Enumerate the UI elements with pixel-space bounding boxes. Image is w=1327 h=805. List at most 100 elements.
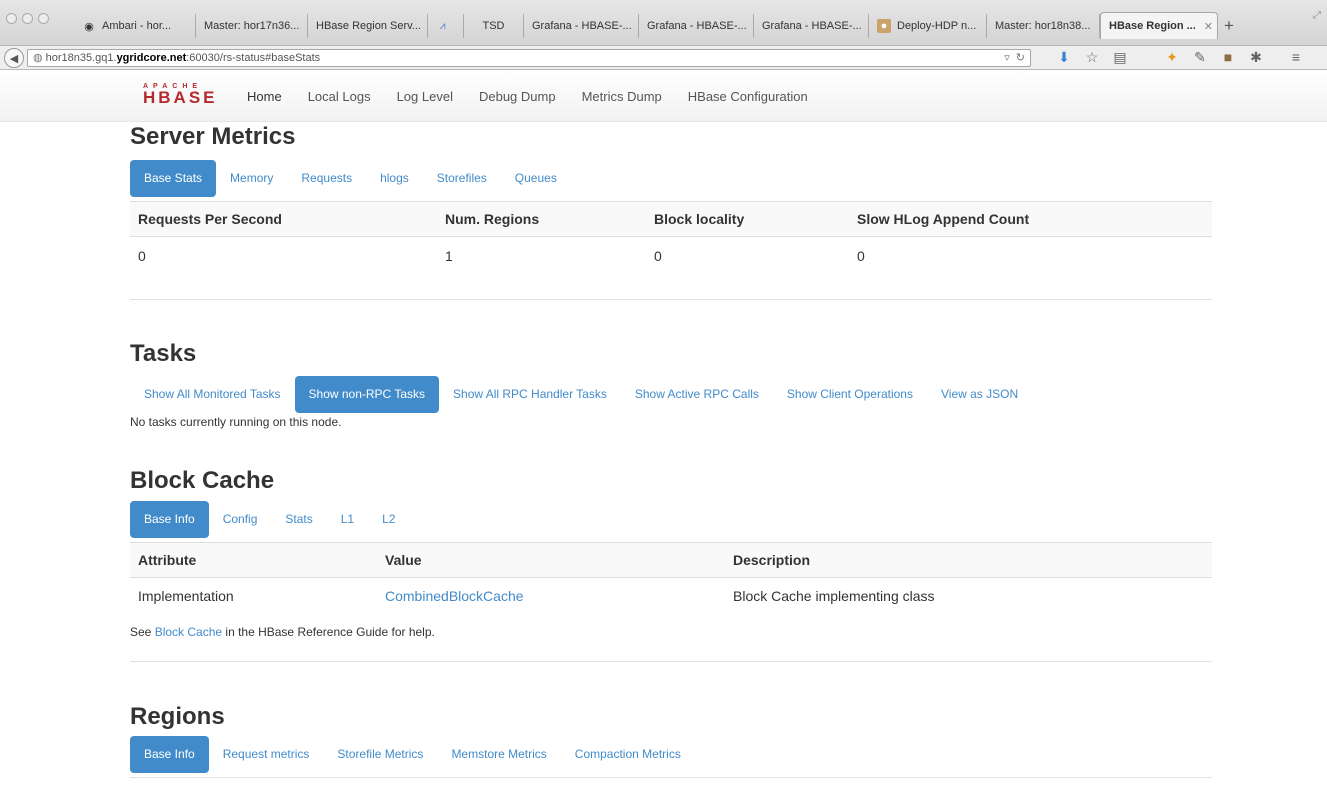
chart-icon: ⩘ xyxy=(439,19,446,32)
tab-label: HBase Region Serv... xyxy=(316,20,421,32)
description-cell: Block Cache implementing class xyxy=(733,588,935,605)
browser-tab[interactable]: Grafana - HBASE-... xyxy=(524,14,639,38)
reload-icon[interactable]: ↻ xyxy=(1016,50,1025,66)
regions-tabs: Base Info Request metrics Storefile Metr… xyxy=(130,736,1212,773)
tools-icon[interactable]: ✎ xyxy=(1192,49,1208,66)
column-header: Block locality xyxy=(646,201,849,237)
zoom-window-button[interactable] xyxy=(38,13,49,24)
block-locality-value: 0 xyxy=(654,247,662,264)
attribute-cell: Implementation xyxy=(138,588,234,605)
tab-memstore-metrics[interactable]: Memstore Metrics xyxy=(437,736,560,773)
browser-tab[interactable]: Master: hor17n36... xyxy=(196,14,308,38)
tab-regions-base-info[interactable]: Base Info xyxy=(130,736,209,773)
browser-tab[interactable]: TSD xyxy=(464,14,524,38)
avatar-icon: ● xyxy=(877,19,891,33)
minimize-window-button[interactable] xyxy=(22,13,33,24)
browser-toolbar: ◀ ◍ hor18n35.gq1. ygridcore.net:60030/rs-… xyxy=(0,46,1327,70)
nav-hbase-configuration[interactable]: HBase Configuration xyxy=(675,89,821,104)
tab-rpc-handler-tasks[interactable]: Show All RPC Handler Tasks xyxy=(439,376,621,413)
tab-requests[interactable]: Requests xyxy=(287,160,366,197)
tab-label: Master: hor17n36... xyxy=(204,20,300,32)
back-arrow-icon[interactable]: ◀ xyxy=(4,48,24,68)
close-window-button[interactable] xyxy=(6,13,17,24)
column-header: Description xyxy=(725,541,1212,578)
url-host: ygridcore.net xyxy=(116,52,187,64)
column-header: Slow HLog Append Count xyxy=(849,201,1212,237)
bookmarks-icon[interactable]: ▤ xyxy=(1112,49,1128,66)
tab-label: Grafana - HBASE-... xyxy=(532,20,632,32)
tab-queues[interactable]: Queues xyxy=(501,160,571,197)
tab-memory[interactable]: Memory xyxy=(216,160,287,197)
tasks-title: Tasks xyxy=(130,339,197,367)
close-tab-icon[interactable]: ✕ xyxy=(1204,20,1213,33)
nav-metrics-dump[interactable]: Metrics Dump xyxy=(569,89,675,104)
block-cache-guide-link[interactable]: Block Cache xyxy=(155,625,222,639)
browser-tab[interactable]: Master: hor18n38... xyxy=(987,14,1100,38)
tab-active-rpc-calls[interactable]: Show Active RPC Calls xyxy=(621,376,773,413)
download-icon[interactable]: ⬇ xyxy=(1056,49,1072,66)
browser-tab[interactable]: Grafana - HBASE-... xyxy=(754,14,869,38)
value-cell: CombinedBlockCache xyxy=(377,577,725,615)
extension-k-icon[interactable]: ■ xyxy=(1220,49,1236,66)
tab-label: Grafana - HBASE-... xyxy=(762,20,862,32)
new-tab-button[interactable]: + xyxy=(1224,14,1234,38)
combined-block-cache-link[interactable]: CombinedBlockCache xyxy=(385,588,524,604)
tab-request-metrics[interactable]: Request metrics xyxy=(209,736,324,773)
url-bar[interactable]: ◍ hor18n35.gq1. ygridcore.net:60030/rs-st… xyxy=(27,49,1031,67)
url-path: :60030/rs-status#baseStats xyxy=(186,52,321,64)
tab-client-operations[interactable]: Show Client Operations xyxy=(773,376,927,413)
num-regions-value: 1 xyxy=(445,247,453,264)
tab-storefile-metrics[interactable]: Storefile Metrics xyxy=(323,736,437,773)
tab-stats[interactable]: Stats xyxy=(271,501,326,538)
tab-label: TSD xyxy=(482,20,505,32)
browser-tab-active[interactable]: HBase Region ... ✕ xyxy=(1100,12,1218,39)
nav-debug-dump[interactable]: Debug Dump xyxy=(466,89,569,104)
block-cache-tabs: Base Info Config Stats L1 L2 xyxy=(130,500,1212,538)
table-row: 0 1 0 0 xyxy=(130,237,1212,275)
bookmark-star-icon[interactable]: ☆ xyxy=(1084,49,1100,66)
tab-compaction-metrics[interactable]: Compaction Metrics xyxy=(561,736,695,773)
note-text: See xyxy=(130,625,155,639)
tab-label: Master: hor18n38... xyxy=(995,20,1091,32)
tab-l1[interactable]: L1 xyxy=(327,501,368,538)
tab-base-info[interactable]: Base Info xyxy=(130,500,209,538)
tab-l2[interactable]: L2 xyxy=(368,501,409,538)
tab-label: Grafana - HBASE-... xyxy=(647,20,747,32)
browser-tab[interactable]: ◉ Ambari - hor... xyxy=(74,14,196,38)
tab-non-rpc-tasks[interactable]: Show non-RPC Tasks xyxy=(294,375,440,413)
note-text: in the HBase Reference Guide for help. xyxy=(222,625,435,639)
tab-storefiles[interactable]: Storefiles xyxy=(423,160,501,197)
extension-icon[interactable]: ✦ xyxy=(1164,49,1180,66)
block-cache-help-note: See Block Cache in the HBase Reference G… xyxy=(130,625,1212,639)
slow-hlog-append-value: 0 xyxy=(857,247,865,264)
puzzle-icon[interactable]: ✱ xyxy=(1248,49,1264,66)
browser-tab[interactable]: Grafana - HBASE-... xyxy=(639,14,754,38)
section-divider xyxy=(130,661,1212,662)
menu-icon[interactable]: ≡ xyxy=(1288,49,1304,66)
browser-tab[interactable]: HBase Region Serv... xyxy=(308,14,428,38)
nav-home[interactable]: Home xyxy=(234,89,295,104)
dropdown-arrow-icon[interactable]: ▿ xyxy=(1004,50,1010,66)
requests-per-second-value: 0 xyxy=(138,247,146,264)
hbase-navbar: APACHE HBASE Home Local Logs Log Level D… xyxy=(0,70,1327,122)
section-divider xyxy=(130,298,1212,300)
column-header: Requests Per Second xyxy=(130,201,437,237)
table-row: Implementation CombinedBlockCache Block … xyxy=(130,577,1212,615)
tasks-tabs: Show All Monitored Tasks Show non-RPC Ta… xyxy=(130,375,1212,413)
tab-hlogs[interactable]: hlogs xyxy=(366,160,423,197)
nav-local-logs[interactable]: Local Logs xyxy=(295,89,384,104)
table-header-row: Attribute Value Description xyxy=(130,541,1212,578)
tab-base-stats[interactable]: Base Stats xyxy=(130,160,217,197)
window-controls xyxy=(6,13,49,24)
tab-view-as-json[interactable]: View as JSON xyxy=(927,376,1032,413)
browser-tab[interactable]: ● Deploy-HDP n... xyxy=(869,14,987,38)
browser-tab[interactable]: ⩘ xyxy=(428,14,464,38)
column-header: Num. Regions xyxy=(437,201,646,237)
browser-toolbar-icons: ⬇ ☆ ▤ ✦ ✎ ■ ✱ ≡ xyxy=(1056,49,1304,66)
tab-all-monitored-tasks[interactable]: Show All Monitored Tasks xyxy=(130,376,295,413)
nav-log-level[interactable]: Log Level xyxy=(384,89,466,104)
hbase-logo[interactable]: APACHE HBASE xyxy=(143,83,219,109)
fullscreen-icon[interactable]: ⤢ xyxy=(1313,10,1321,21)
logo-hbase-text: HBASE xyxy=(143,88,218,107)
tab-config[interactable]: Config xyxy=(209,501,272,538)
